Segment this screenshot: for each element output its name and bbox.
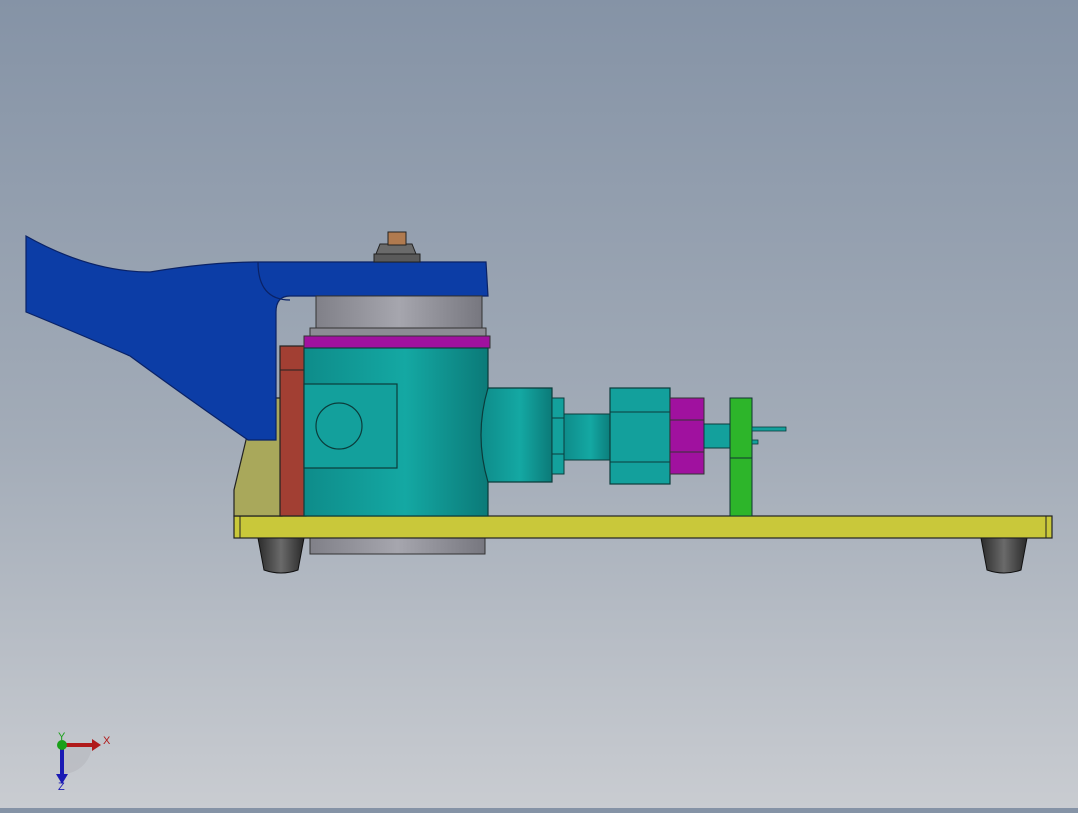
base-plate	[233, 515, 1053, 539]
body-lower-cap	[309, 537, 486, 555]
x-axis-label: X	[103, 735, 111, 747]
outlet-boss	[480, 387, 553, 483]
top-washer	[373, 253, 421, 263]
x-arrow-icon	[92, 739, 101, 751]
red-mounting-plate	[279, 345, 307, 517]
axis-triad: X Y Z	[56, 731, 111, 793]
coupling-nut	[609, 387, 671, 485]
green-bracket	[729, 397, 753, 517]
purple-seal-ring	[303, 335, 491, 349]
probe-pin	[751, 426, 787, 432]
y-axis-label: Y	[58, 731, 66, 743]
z-axis-label: Z	[58, 781, 65, 793]
rubber-foot-right	[980, 537, 1028, 574]
cad-graphics-viewport[interactable]: X Y Z	[0, 0, 1078, 808]
side-port-hole	[315, 402, 363, 450]
connecting-pipe	[563, 413, 613, 461]
body-upper-cap	[315, 295, 483, 329]
model-view[interactable]: X Y Z	[0, 0, 1078, 808]
purple-nut	[669, 397, 705, 475]
rubber-foot-left	[257, 537, 305, 574]
top-bolt	[387, 231, 407, 246]
small-shaft	[703, 423, 733, 449]
outlet-hex	[551, 397, 565, 475]
